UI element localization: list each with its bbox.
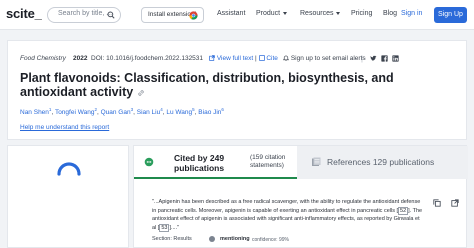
citation-snippet: "...Apigenin has been described as a fre… (152, 198, 424, 232)
snippet-text: "...Apigenin has been described as a fre… (152, 199, 421, 214)
cite-link[interactable]: Cite (266, 55, 278, 62)
citation-section: Section: Results (152, 236, 192, 242)
author-link[interactable]: Tongfei Wang2 (55, 107, 97, 116)
search-input[interactable]: Search by title, ... (47, 7, 121, 23)
references-count: References 129 publications (327, 157, 435, 167)
mentioning-dot-icon (209, 236, 215, 242)
publication-year: 2022 (73, 55, 88, 62)
pdf-preview-card (7, 145, 129, 248)
nav-assistant[interactable]: Assistant (217, 10, 245, 17)
author-link[interactable]: Sian Liu4 (137, 107, 163, 116)
email-alert-label: Sign up to set email alerts (290, 55, 366, 62)
doi: DOI: 10.1016/j.foodchem.2022.132531 (91, 55, 204, 62)
paper-header-card: Food Chemistry 2022 DOI: 10.1016/j.foodc… (7, 40, 467, 140)
copy-icon[interactable] (433, 199, 441, 207)
tab-references[interactable]: References 129 publications (297, 146, 468, 179)
top-nav: scite_ Search by title, ... Install exte… (0, 0, 474, 30)
nav-blog[interactable]: Blog (383, 10, 397, 17)
journal-name: Food Chemistry (20, 55, 66, 62)
sign-up-button[interactable]: Sign Up (434, 7, 467, 23)
author-link[interactable]: Nan Shen1 (20, 107, 51, 116)
reference-chip[interactable]: 53 (159, 223, 170, 232)
paper-title-text: Plant flavonoids: Classification, distri… (20, 71, 394, 99)
author-list: Nan Shen1, Tongfei Wang2, Quan Gan3, Sia… (20, 107, 224, 116)
search-placeholder: Search by title, ... (58, 10, 113, 17)
author-affiliation: 6 (221, 107, 224, 112)
paper-title: Plant flavonoids: Classification, distri… (20, 71, 460, 99)
author-link[interactable]: Biao Jin6 (198, 107, 224, 116)
linkedin-icon[interactable] (392, 55, 399, 62)
view-full-text-link[interactable]: View full text (217, 55, 253, 62)
nav-product[interactable]: Product (256, 10, 288, 17)
cited-by-count: Cited by 249 publications (174, 153, 225, 173)
scite-logo[interactable]: scite_ (6, 6, 42, 21)
bell-icon (282, 55, 290, 61)
citation-type: mentioning (220, 236, 250, 242)
chat-bubble-icon (144, 157, 154, 167)
chevron-down-icon (283, 11, 288, 15)
reference-chip[interactable]: 52 (398, 206, 409, 215)
install-extension-button[interactable]: Install extension! (141, 7, 204, 23)
snippet-text: ]...." (169, 224, 180, 231)
references-icon (312, 157, 321, 166)
citation-confidence: confidence: 99% (252, 236, 289, 243)
quote-icon (258, 55, 265, 61)
twitter-icon[interactable] (370, 55, 377, 62)
chrome-icon (189, 11, 198, 20)
paper-actions: View full text | Cite (209, 55, 278, 62)
nav-product-label: Product (256, 10, 281, 17)
email-alert-toggle[interactable]: Sign up to set email alerts (282, 55, 366, 62)
citation-statements-count: (159 citation statements) (250, 154, 286, 169)
external-link-icon[interactable] (451, 199, 459, 207)
separator: | (361, 54, 363, 63)
link-icon[interactable] (137, 89, 145, 97)
facebook-icon[interactable] (381, 55, 388, 62)
search-icon[interactable] (107, 11, 115, 19)
help-understand-link[interactable]: Help me understand this report (20, 124, 109, 131)
author-link[interactable]: Lu Wang5 (166, 107, 194, 116)
chevron-down-icon (336, 11, 341, 15)
nav-resources[interactable]: Resources (300, 10, 341, 17)
external-link-icon (209, 55, 215, 61)
social-share: | (361, 54, 363, 63)
tab-cited-by[interactable]: Cited by 249 publications (159 citation … (134, 146, 297, 179)
citations-panel: Cited by 249 publications (159 citation … (133, 145, 468, 248)
nav-resources-label: Resources (300, 10, 334, 17)
author-link[interactable]: Quan Gan3 (101, 107, 134, 116)
loading-spinner-icon (57, 162, 81, 176)
sign-in-link[interactable]: Sign in (401, 10, 422, 17)
nav-pricing[interactable]: Pricing (351, 10, 372, 17)
